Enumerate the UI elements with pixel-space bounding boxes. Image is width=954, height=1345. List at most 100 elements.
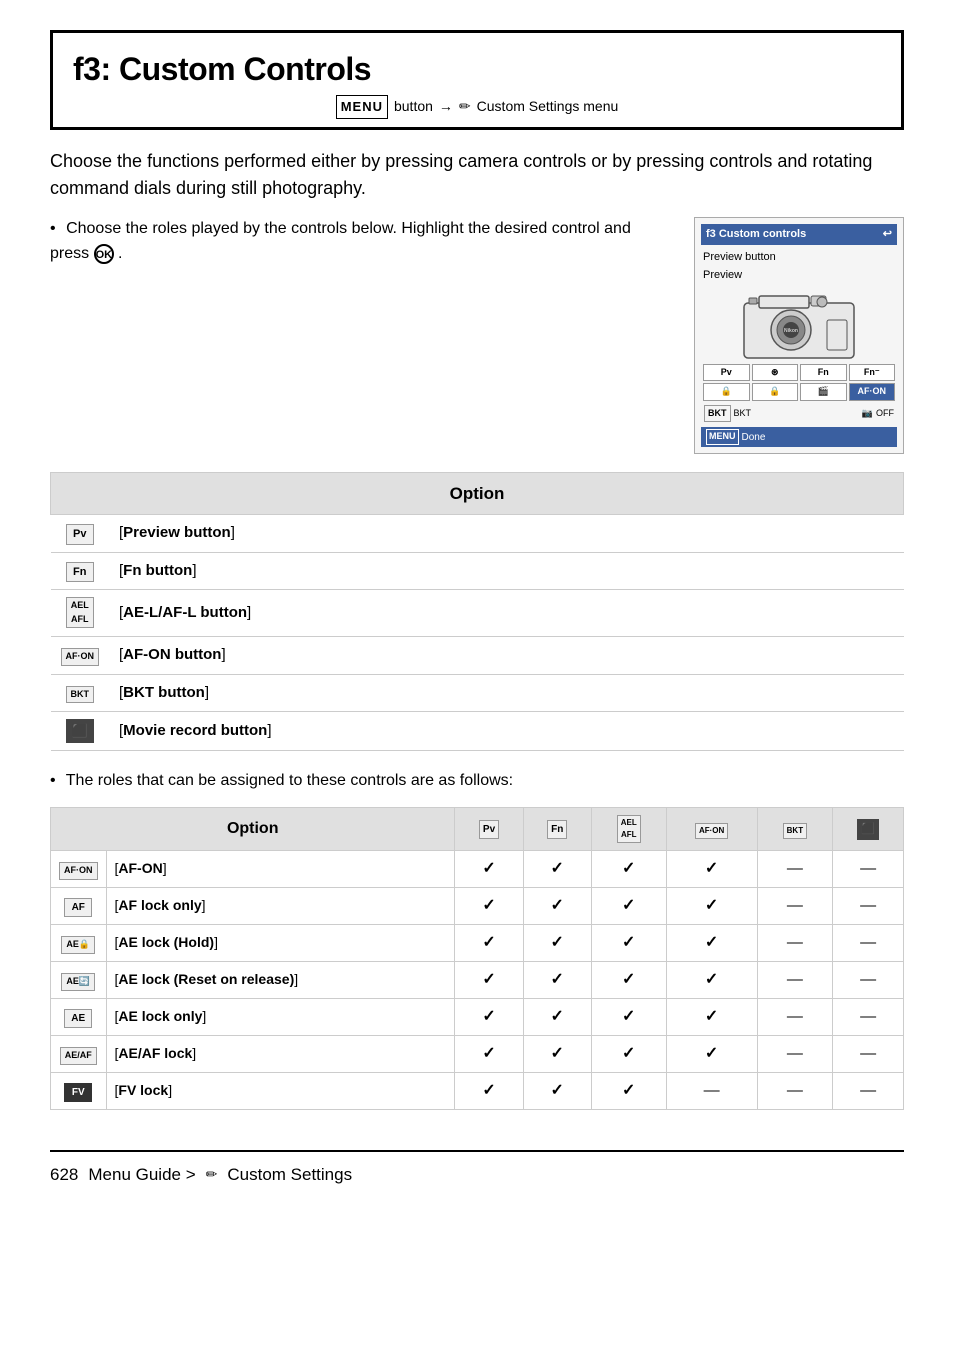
check-cell: — (757, 1035, 833, 1072)
label-cell: [AE-L/AF-L button] (109, 590, 904, 637)
table-row: AE🔄 [AE lock (Reset on release)] ✓ ✓ ✓ ✓… (51, 961, 904, 998)
camera-image-area: Nikon (701, 288, 897, 360)
bullet-dot-2: • (50, 772, 56, 789)
col-header-bkt: BKT (757, 807, 833, 850)
check-cell: — (757, 887, 833, 924)
col-header-ael: AELAFL (591, 807, 666, 850)
grid-ae2: 🔒 (752, 383, 799, 401)
label-cell: [AF lock only] (106, 887, 455, 924)
check-cell: ✓ (523, 850, 591, 887)
afon-col-icon: AF·ON (695, 823, 728, 839)
icon-cell: ⬛ (51, 712, 110, 751)
icon-cell: AE (51, 998, 107, 1035)
preview-title-bar: f3 Custom controls ↩ (701, 224, 897, 245)
grid-ok: ⊛ (752, 364, 799, 382)
bullet-dot: • (50, 220, 56, 237)
grid-fn: Fn (800, 364, 847, 382)
check-cell: ✓ (666, 887, 757, 924)
camera-preview: f3 Custom controls ↩ Preview button Prev… (694, 217, 904, 454)
col-header-movie: ⬛ (833, 807, 904, 850)
icon-cell: Fn (51, 552, 110, 590)
check-cell: ✓ (591, 887, 666, 924)
label-cell: [AE lock (Hold)] (106, 924, 455, 961)
table-row: AE [AE lock only] ✓ ✓ ✓ ✓ — — (51, 998, 904, 1035)
check-cell: — (757, 998, 833, 1035)
table-row: AF [AF lock only] ✓ ✓ ✓ ✓ — — (51, 887, 904, 924)
label-cell: [FV lock] (106, 1072, 455, 1109)
table-row: BKT [BKT button] (51, 674, 904, 712)
menu-path: MENU button → ✏ Custom Settings menu (73, 95, 881, 119)
bullet1-end: . (118, 245, 122, 262)
table-row: AF·ON [AF-ON] ✓ ✓ ✓ ✓ — — (51, 850, 904, 887)
check-cell: ✓ (666, 961, 757, 998)
table-row: Fn [Fn button] (51, 552, 904, 590)
icon-cell: AF·ON (51, 637, 110, 675)
label-cell: [AE lock only] (106, 998, 455, 1035)
done-label: Done (742, 430, 766, 445)
bullet2-text: The roles that can be assigned to these … (66, 772, 513, 789)
check-cell: — (666, 1072, 757, 1109)
label-cell: [AE/AF lock] (106, 1035, 455, 1072)
check-cell: ✓ (591, 961, 666, 998)
off-text: OFF (876, 407, 894, 421)
check-cell: ✓ (591, 1072, 666, 1109)
icon-cell: AF·ON (51, 850, 107, 887)
bullet2-line: • The roles that can be assigned to thes… (50, 769, 904, 793)
pv-col-icon: Pv (479, 820, 499, 839)
check-cell: — (757, 961, 833, 998)
arrow-icon: → (439, 96, 453, 117)
two-col-section: • Choose the roles played by the control… (50, 217, 904, 454)
bkt-area: BKT BKT (704, 405, 751, 423)
movie-col-icon: ⬛ (857, 819, 879, 840)
table-row: AE🔒 [AE lock (Hold)] ✓ ✓ ✓ ✓ — — (51, 924, 904, 961)
check-cell: ✓ (455, 998, 523, 1035)
first-table-header: Option (51, 472, 904, 515)
preview-back-icon: ↩ (883, 226, 892, 243)
fn-col-icon: Fn (547, 820, 567, 839)
check-cell: — (833, 887, 904, 924)
preview-bottom: BKT BKT 📷 OFF (701, 404, 897, 424)
check-cell: — (757, 850, 833, 887)
check-cell: ✓ (666, 850, 757, 887)
check-cell: — (757, 924, 833, 961)
check-cell: ✓ (455, 961, 523, 998)
check-cell: ✓ (455, 1035, 523, 1072)
icon-cell: FV (51, 1072, 107, 1109)
footer-menu-guide: Menu Guide > (88, 1162, 195, 1188)
check-cell: ✓ (591, 998, 666, 1035)
check-cell: ✓ (523, 887, 591, 924)
check-cell: — (833, 850, 904, 887)
col-header-fn: Fn (523, 807, 591, 850)
check-cell: ✓ (455, 850, 523, 887)
intro-text: Choose the functions performed either by… (50, 148, 904, 204)
table-row: Pv [Preview button] (51, 515, 904, 553)
pencil-icon: ✏ (459, 96, 471, 117)
table-row: FV [FV lock] ✓ ✓ ✓ — — — (51, 1072, 904, 1109)
check-cell: ✓ (666, 1035, 757, 1072)
icon-cell: AE/AF (51, 1035, 107, 1072)
movie-badge: ⬛ (66, 719, 94, 743)
check-cell: ✓ (523, 1072, 591, 1109)
second-option-table: Option Pv Fn AELAFL AF·ON BKT ⬛ AF·ON [A… (50, 807, 904, 1110)
preview-title-text: f3 Custom controls (706, 226, 806, 243)
menu-kw-small: MENU (706, 429, 739, 445)
grid-pv: Pv (703, 364, 750, 382)
check-cell: ✓ (523, 1035, 591, 1072)
bkt-badge: BKT (66, 686, 95, 704)
preview-button-label: Preview button (701, 249, 897, 266)
check-cell: ✓ (455, 924, 523, 961)
camera-svg: Nikon (739, 288, 859, 360)
check-cell: ✓ (591, 850, 666, 887)
check-cell: — (833, 998, 904, 1035)
grid-fn2: Fn⁻ (849, 364, 896, 382)
icon-cell: Pv (51, 515, 110, 553)
second-table-header-row: Option Pv Fn AELAFL AF·ON BKT ⬛ (51, 807, 904, 850)
check-cell: ✓ (591, 1035, 666, 1072)
af-row-badge: AF (64, 898, 92, 917)
label-cell: [BKT button] (109, 674, 904, 712)
aeaf-row-badge: AE/AF (60, 1047, 97, 1065)
ok-symbol: OK (94, 244, 114, 264)
grid-ae1: 🔒 (703, 383, 750, 401)
check-cell: ✓ (523, 961, 591, 998)
check-cell: — (833, 1035, 904, 1072)
